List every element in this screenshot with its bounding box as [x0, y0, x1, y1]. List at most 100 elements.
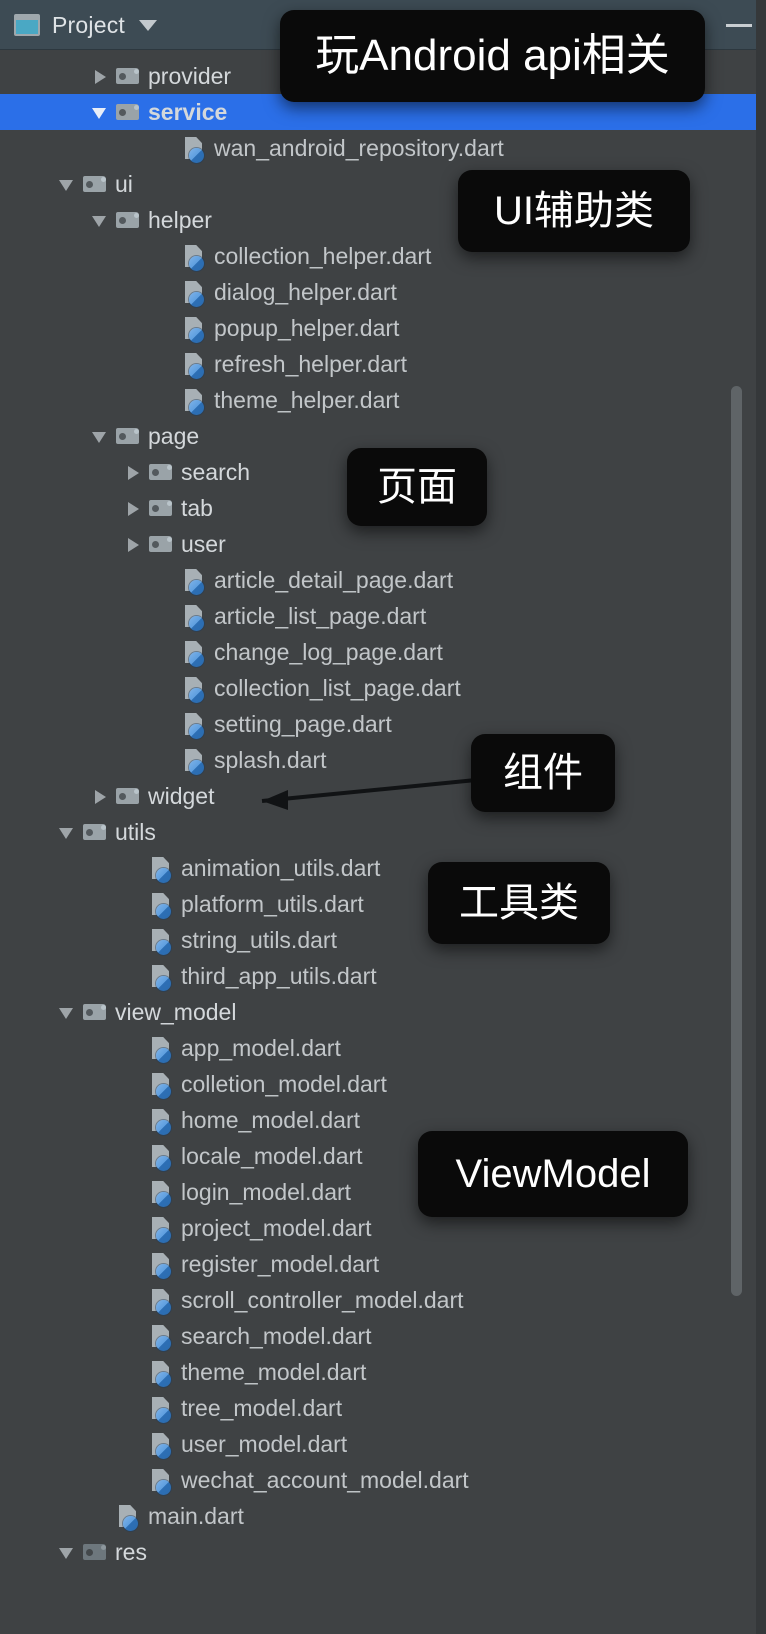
minimize-icon[interactable]: [726, 23, 752, 27]
dart-file-icon: [147, 1318, 175, 1354]
tree-row-label: main.dart: [148, 1503, 244, 1529]
tree-row[interactable]: tree_model.dart: [0, 1390, 766, 1426]
tree-row-label: service: [148, 99, 228, 125]
dart-file-icon: [180, 346, 208, 382]
tree-row[interactable]: main.dart: [0, 1498, 766, 1534]
project-file-tree[interactable]: provider service wan_android_repository.da…: [0, 50, 766, 1634]
chevron-down-icon[interactable]: [88, 202, 114, 238]
tree-row-label: setting_page.dart: [214, 711, 392, 737]
dart-file-icon: [147, 1030, 175, 1066]
tree-row-label: scroll_controller_model.dart: [181, 1287, 464, 1313]
tree-row[interactable]: platform_utils.dart: [0, 886, 766, 922]
tree-row[interactable]: splash.dart: [0, 742, 766, 778]
tree-row[interactable]: utils: [0, 814, 766, 850]
annotation-callout: ViewModel: [418, 1131, 688, 1217]
tree-row-label: wan_android_repository.dart: [214, 135, 504, 161]
tree-row-label: colletion_model.dart: [181, 1071, 387, 1097]
chevron-down-icon[interactable]: [55, 166, 81, 202]
chevron-right-icon[interactable]: [88, 778, 114, 814]
tree-row-label: collection_helper.dart: [214, 243, 432, 269]
chevron-right-icon[interactable]: [88, 58, 114, 94]
dart-file-icon: [147, 1354, 175, 1390]
tree-row-label: locale_model.dart: [181, 1143, 363, 1169]
annotation-callout: 玩Android api相关: [280, 10, 705, 102]
tree-row[interactable]: view_model: [0, 994, 766, 1030]
tree-row-label: splash.dart: [214, 747, 327, 773]
chevron-down-icon[interactable]: [55, 1534, 81, 1570]
tree-row[interactable]: theme_model.dart: [0, 1354, 766, 1390]
chevron-down-icon[interactable]: [138, 19, 157, 31]
tree-row-label: tab: [181, 495, 213, 521]
folder-icon: [81, 1534, 109, 1570]
tree-row-label: wechat_account_model.dart: [181, 1467, 469, 1493]
tree-row[interactable]: dialog_helper.dart: [0, 274, 766, 310]
chevron-down-icon[interactable]: [88, 94, 114, 130]
tree-row[interactable]: register_model.dart: [0, 1246, 766, 1282]
chevron-down-icon[interactable]: [88, 418, 114, 454]
vertical-scrollbar-thumb[interactable]: [731, 386, 742, 1296]
tree-row-label: refresh_helper.dart: [214, 351, 408, 377]
tree-row[interactable]: article_detail_page.dart: [0, 562, 766, 598]
tree-row[interactable]: popup_helper.dart: [0, 310, 766, 346]
tree-row[interactable]: res: [0, 1534, 766, 1570]
dart-file-icon: [147, 850, 175, 886]
tree-row[interactable]: string_utils.dart: [0, 922, 766, 958]
tree-row[interactable]: change_log_page.dart: [0, 634, 766, 670]
tree-row-label: ui: [115, 171, 133, 197]
dart-file-icon: [180, 382, 208, 418]
tree-row[interactable]: setting_page.dart: [0, 706, 766, 742]
tree-row-label: search: [181, 459, 251, 485]
tree-row-label: string_utils.dart: [181, 927, 337, 953]
tree-row[interactable]: widget: [0, 778, 766, 814]
tree-row[interactable]: colletion_model.dart: [0, 1066, 766, 1102]
tree-row[interactable]: app_model.dart: [0, 1030, 766, 1066]
folder-icon: [81, 166, 109, 202]
chevron-right-icon[interactable]: [121, 526, 147, 562]
tree-row[interactable]: wechat_account_model.dart: [0, 1462, 766, 1498]
tree-row[interactable]: third_app_utils.dart: [0, 958, 766, 994]
tree-row[interactable]: search_model.dart: [0, 1318, 766, 1354]
chevron-right-icon[interactable]: [121, 490, 147, 526]
tree-row[interactable]: refresh_helper.dart: [0, 346, 766, 382]
tree-row[interactable]: article_list_page.dart: [0, 598, 766, 634]
chevron-right-icon[interactable]: [121, 454, 147, 490]
dart-file-icon: [147, 958, 175, 994]
folder-icon: [147, 526, 175, 562]
tree-row[interactable]: wan_android_repository.dart: [0, 130, 766, 166]
tree-row[interactable]: user: [0, 526, 766, 562]
dart-file-icon: [180, 670, 208, 706]
annotation-callout: 工具类: [428, 862, 610, 944]
tree-row[interactable]: animation_utils.dart: [0, 850, 766, 886]
chevron-down-icon[interactable]: [55, 814, 81, 850]
dart-file-icon: [147, 1462, 175, 1498]
tree-row[interactable]: user_model.dart: [0, 1426, 766, 1462]
dart-file-icon: [147, 1066, 175, 1102]
chevron-down-icon[interactable]: [55, 994, 81, 1030]
tree-row[interactable]: scroll_controller_model.dart: [0, 1282, 766, 1318]
tree-row[interactable]: theme_helper.dart: [0, 382, 766, 418]
tree-row[interactable]: collection_list_page.dart: [0, 670, 766, 706]
